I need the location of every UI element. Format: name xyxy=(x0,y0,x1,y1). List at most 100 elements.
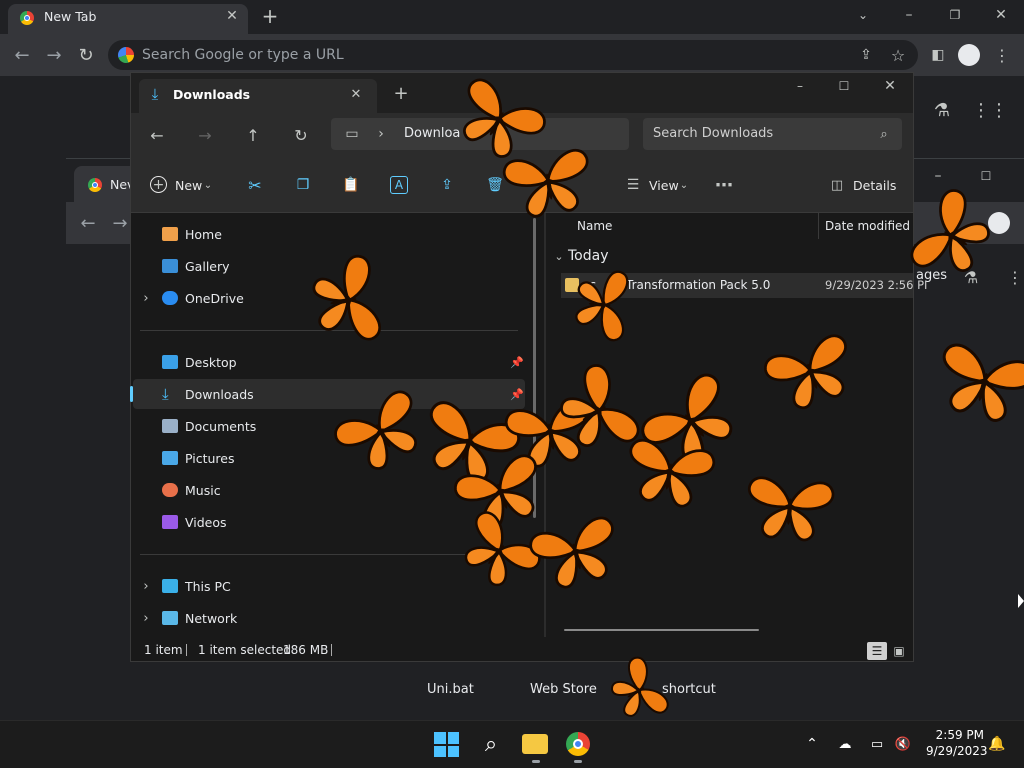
details-button-label[interactable]: Details xyxy=(853,178,896,193)
new-tab-plus-icon[interactable]: + xyxy=(392,83,410,104)
nav-item-downloads[interactable]: ⤓ Downloads xyxy=(162,380,254,408)
taskbar-date[interactable]: 9/29/2023 xyxy=(926,744,988,758)
chrome-icon xyxy=(88,178,102,192)
close-tab-icon[interactable]: ✕ xyxy=(348,86,364,102)
back-icon[interactable]: ← xyxy=(78,213,98,234)
nav-item-gallery[interactable]: Gallery xyxy=(162,252,230,280)
nav-item-pictures[interactable]: Pictures xyxy=(162,444,235,472)
pin-icon[interactable]: 📌 xyxy=(510,355,524,369)
group-header-today[interactable]: Today xyxy=(568,248,609,264)
nav-item-network[interactable]: Network xyxy=(162,604,237,632)
nav-label: Network xyxy=(185,610,238,626)
shortcut-label-uni-bat[interactable]: Uni.bat xyxy=(427,682,474,697)
running-indicator xyxy=(574,760,582,763)
up-icon[interactable]: ↑ xyxy=(243,125,263,145)
shortcut-label-shortcut[interactable]: shortcut xyxy=(662,682,716,697)
expand-chevron-icon[interactable]: › xyxy=(140,611,152,626)
search-icon[interactable]: ⌕ xyxy=(478,730,504,758)
document-icon xyxy=(162,419,178,433)
windows-start-icon[interactable] xyxy=(434,732,459,757)
horizontal-scrollbar[interactable] xyxy=(564,629,759,631)
group-collapse-chevron-icon[interactable]: ⌄ xyxy=(553,249,565,263)
nav-item-documents[interactable]: Documents xyxy=(162,412,256,440)
search-placeholder: Search Downloads xyxy=(653,126,774,141)
pin-icon[interactable]: 📌 xyxy=(510,387,524,401)
chevron-down-icon[interactable]: ⌄ xyxy=(202,178,214,192)
restore-icon[interactable]: ❐ xyxy=(946,6,964,24)
pane-splitter[interactable] xyxy=(544,213,546,637)
column-header-name[interactable]: Name xyxy=(577,219,612,233)
shortcut-label-web-store[interactable]: Web Store xyxy=(530,682,597,697)
nav-item-music[interactable]: Music xyxy=(162,476,221,504)
nav-scrollbar[interactable] xyxy=(533,218,536,518)
home-icon xyxy=(162,227,178,241)
onedrive-tray-icon[interactable]: ☁ xyxy=(836,735,854,753)
nav-item-videos[interactable]: Videos xyxy=(162,508,227,536)
notification-bell-icon[interactable]: 🔔 xyxy=(988,735,1006,753)
google-icon xyxy=(118,47,134,63)
forward-icon[interactable]: → xyxy=(195,125,215,145)
status-size: 186 MB xyxy=(283,643,329,657)
running-indicator xyxy=(532,760,540,763)
nav-label: Videos xyxy=(185,514,227,530)
copy-icon[interactable]: ❐ xyxy=(294,176,312,194)
search-icon[interactable]: ⌕ xyxy=(876,126,892,142)
column-divider[interactable] xyxy=(818,213,819,239)
profile-avatar[interactable] xyxy=(958,44,980,66)
cut-icon[interactable]: ✂ xyxy=(246,176,264,195)
share-icon[interactable]: ⇪ xyxy=(856,45,876,65)
nav-item-this-pc[interactable]: This PC xyxy=(162,572,231,600)
chevron-down-icon[interactable]: ⌄ xyxy=(678,178,690,192)
tab-search-chevron-icon[interactable]: ⌄ xyxy=(854,6,872,24)
refresh-icon[interactable]: ↻ xyxy=(291,125,311,145)
share-icon[interactable]: ⇪ xyxy=(438,176,456,194)
restore-icon[interactable]: ☐ xyxy=(976,166,996,186)
network-tray-icon[interactable]: ▭ xyxy=(868,735,886,753)
nav-label: Documents xyxy=(185,418,257,434)
volume-muted-icon[interactable]: 🔇 xyxy=(894,735,912,753)
rename-icon[interactable]: A xyxy=(390,176,408,194)
nav-item-home[interactable]: Home xyxy=(162,220,222,248)
minimize-icon[interactable]: – xyxy=(792,78,808,94)
bookmark-star-icon[interactable]: ☆ xyxy=(888,45,908,65)
delete-icon[interactable]: 🗑 xyxy=(486,176,504,194)
side-panel-icon[interactable]: ◧ xyxy=(928,45,948,65)
column-header-date[interactable]: Date modified xyxy=(825,219,910,233)
paste-icon[interactable]: 📋 xyxy=(342,176,360,194)
minimize-icon[interactable]: – xyxy=(900,6,918,24)
expand-chevron-icon[interactable]: › xyxy=(140,291,152,306)
taskbar-time[interactable]: 2:59 PM xyxy=(930,728,984,742)
chevron-right-icon[interactable]: › xyxy=(374,126,388,142)
file-date: 9/29/2023 2:56 PI xyxy=(825,278,928,292)
chevron-up-icon[interactable]: ⌃ xyxy=(804,735,820,753)
profile-avatar[interactable] xyxy=(988,212,1010,234)
menu-kebab-icon[interactable]: ⋮ xyxy=(992,45,1012,65)
labs-flask-icon[interactable]: ⚗ xyxy=(930,98,954,122)
close-tab-icon[interactable]: ✕ xyxy=(224,8,240,24)
nav-label: Downloads xyxy=(185,386,254,402)
back-icon[interactable]: ← xyxy=(147,125,167,145)
forward-icon[interactable]: → xyxy=(44,45,64,66)
new-tab-plus-icon[interactable]: + xyxy=(260,4,280,28)
forward-icon[interactable]: → xyxy=(110,213,130,234)
back-icon[interactable]: ← xyxy=(12,45,32,66)
apps-grid-icon[interactable]: ⋮ xyxy=(1006,266,1024,288)
more-options-icon[interactable]: ⋯ xyxy=(714,175,734,196)
maximize-icon[interactable]: ☐ xyxy=(836,78,852,94)
nav-item-onedrive[interactable]: OneDrive xyxy=(162,284,244,312)
thumbnail-view-icon[interactable]: ▣ xyxy=(890,642,908,660)
details-view-icon[interactable]: ☰ xyxy=(867,642,887,660)
minimize-icon[interactable]: – xyxy=(928,166,948,186)
download-icon: ⤓ xyxy=(151,85,159,103)
pc-icon xyxy=(162,579,178,593)
view-button-label[interactable]: View xyxy=(649,178,679,193)
file-explorer-taskbar-icon[interactable] xyxy=(522,734,548,754)
expand-chevron-icon[interactable]: › xyxy=(140,579,152,594)
apps-grid-icon[interactable]: ⋮⋮ xyxy=(972,98,1008,122)
labs-flask-icon[interactable]: ⚗ xyxy=(960,266,982,288)
new-button-label[interactable]: New xyxy=(175,178,202,193)
close-window-icon[interactable]: ✕ xyxy=(992,6,1010,24)
close-window-icon[interactable]: ✕ xyxy=(882,78,898,94)
reload-icon[interactable]: ↻ xyxy=(76,45,96,66)
nav-item-desktop[interactable]: Desktop xyxy=(162,348,237,376)
